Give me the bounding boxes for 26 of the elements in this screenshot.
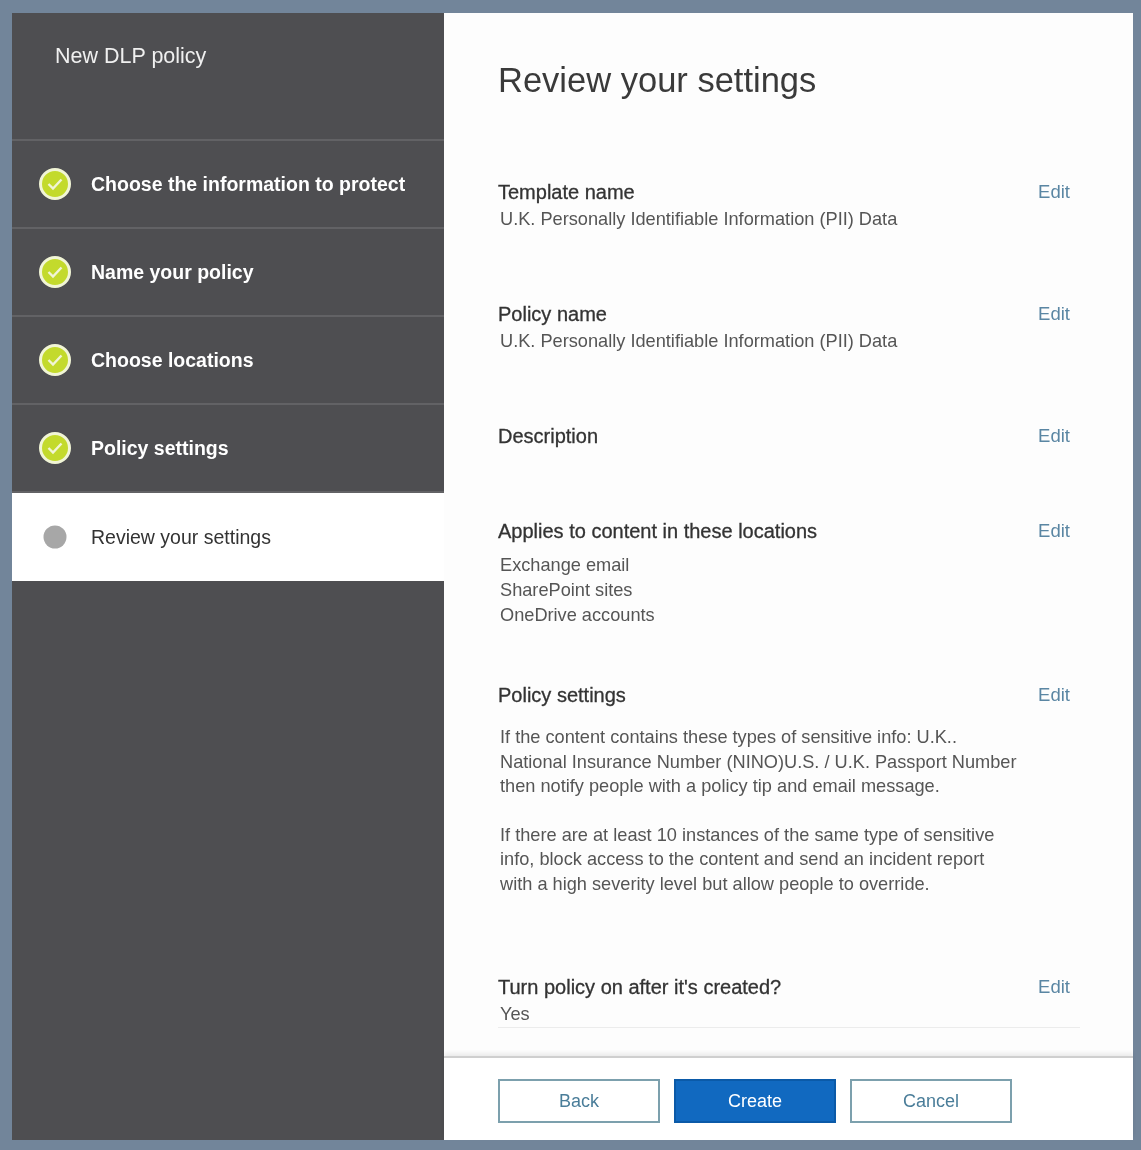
section-value: U.K. Personally Identifiable Information (PII) Data xyxy=(500,208,898,231)
section-value: U.K. Personally Identifiable Information (PII) Data xyxy=(500,330,898,353)
section-label: Template name xyxy=(498,180,635,205)
page-title: Review your settings xyxy=(498,60,817,100)
edit-link[interactable]: Edit xyxy=(1038,423,1070,449)
wizard-button[interactable]: Back xyxy=(498,1079,660,1123)
edit-link[interactable]: Edit xyxy=(1038,682,1070,708)
edit-link[interactable]: Edit xyxy=(1038,301,1070,327)
edit-link[interactable]: Edit xyxy=(1038,974,1070,1000)
location-item: SharePoint sites xyxy=(500,579,633,602)
wizard-title: New DLP policy xyxy=(55,43,207,70)
section-label: Policy name xyxy=(498,302,607,327)
create-button[interactable]: Create xyxy=(674,1079,836,1123)
section-value: Yes xyxy=(500,1003,530,1026)
location-item: Exchange email xyxy=(500,554,630,577)
section-label: Applies to content in these locations xyxy=(498,519,818,544)
section-label: Turn policy on after it's created? xyxy=(498,975,782,1000)
section-label: Policy settings xyxy=(498,683,626,708)
section-label: Description xyxy=(498,424,599,449)
policy-rule-text: If there are at least 10 instances of the same type of sensitive info, block access to the content and send an incident report with a high severity level but allow people to override. xyxy=(500,823,996,896)
edit-link[interactable]: Edit xyxy=(1038,179,1070,205)
wizard-step[interactable]: Review your settings xyxy=(12,493,444,581)
location-item: OneDrive accounts xyxy=(500,604,655,627)
edit-link[interactable]: Edit xyxy=(1038,518,1070,544)
wizard-button[interactable]: Cancel xyxy=(850,1079,1012,1123)
policy-rule-text: If the content contains these types of sensitive info: U.K.. National Insurance Number (NINO)U.S. / U.K. Passport Number then notify people with a policy tip and email message. xyxy=(500,726,1018,798)
